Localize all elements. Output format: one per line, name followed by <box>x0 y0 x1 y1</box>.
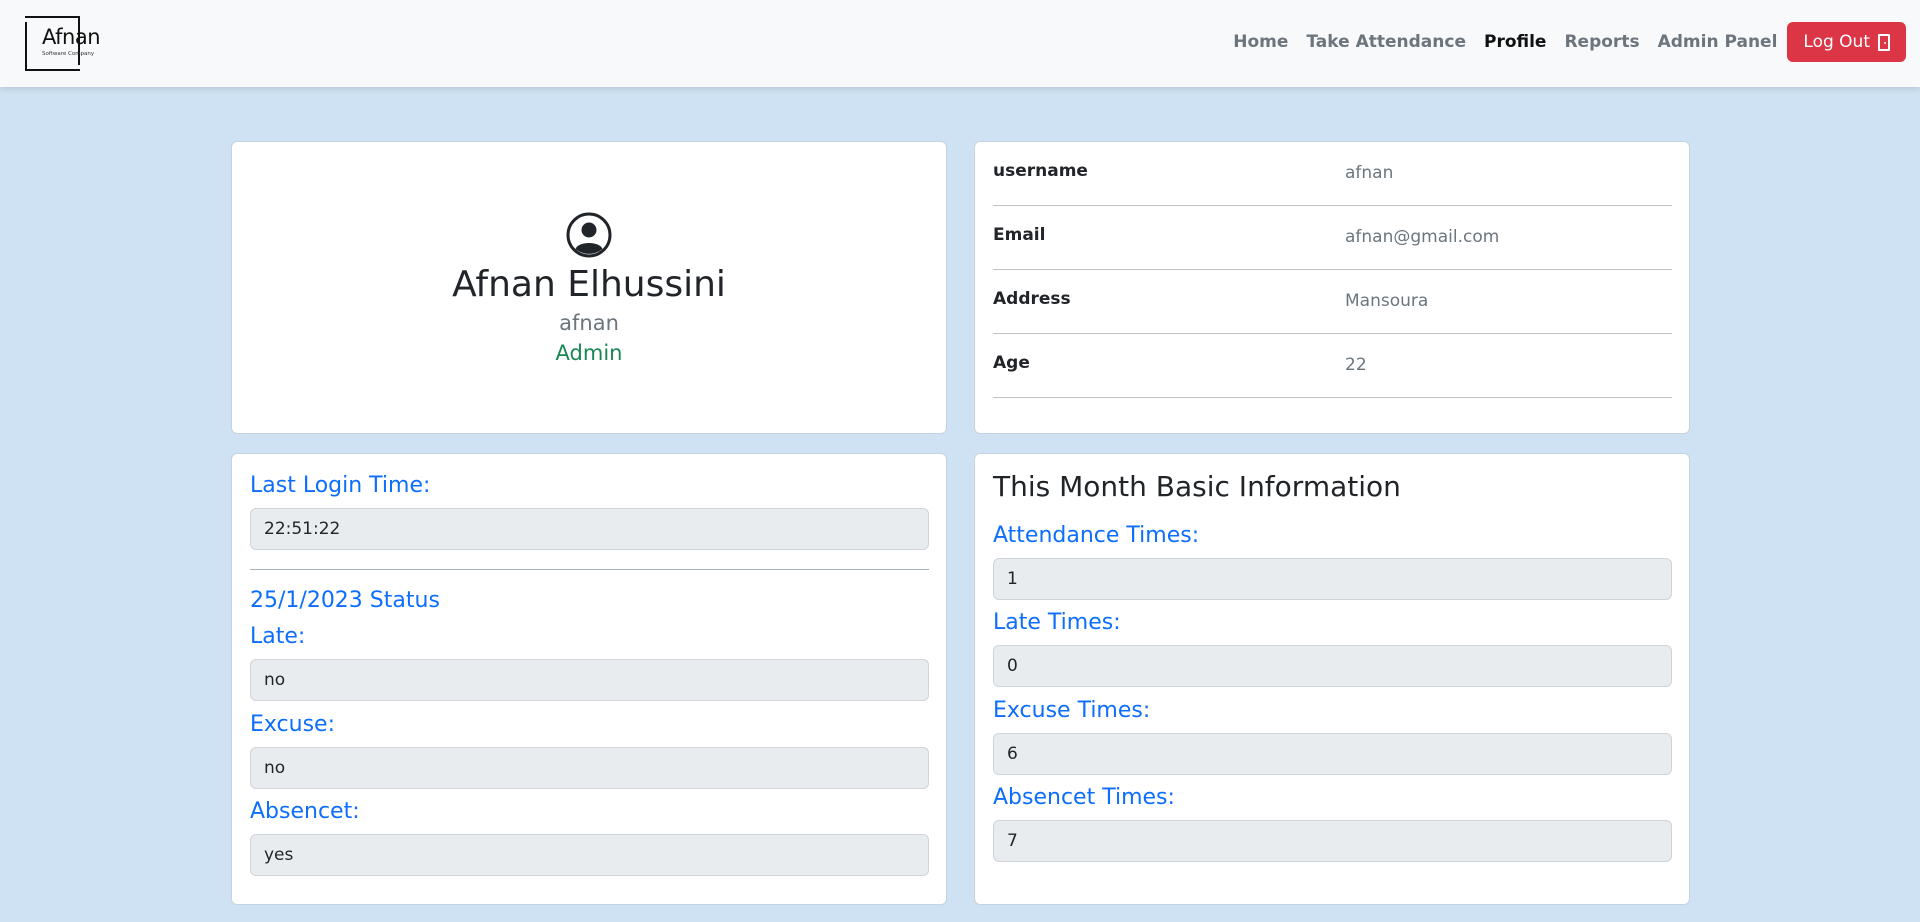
login-status-card: Last Login Time: 22:51:22 25/1/2023 Stat… <box>231 453 947 905</box>
detail-label: Email <box>993 225 1046 245</box>
detail-label: Address <box>993 289 1071 309</box>
nav-profile[interactable]: Profile <box>1484 32 1546 52</box>
late-times-label: Late Times: <box>993 610 1121 635</box>
profile-username: afnan <box>559 311 619 335</box>
late-label: Late: <box>250 624 306 649</box>
absence-times-field: 7 <box>993 820 1672 862</box>
divider <box>250 569 929 570</box>
detail-label: username <box>993 161 1088 181</box>
brand-name: Afnan <box>42 25 101 49</box>
door-icon <box>1878 33 1890 51</box>
last-login-field: 22:51:22 <box>250 508 929 550</box>
profile-full-name: Afnan Elhussini <box>452 264 726 305</box>
absence-label: Absencet: <box>250 799 360 824</box>
detail-row-age: Age 22 <box>993 334 1672 398</box>
navbar: Afnan Software Company Home Take Attenda… <box>0 0 1920 87</box>
detail-value: afnan <box>1345 163 1394 183</box>
absence-field: yes <box>250 834 929 876</box>
last-login-label: Last Login Time: <box>250 473 431 498</box>
month-title: This Month Basic Information <box>993 470 1401 503</box>
logout-label: Log Out <box>1803 32 1870 52</box>
details-card: username afnan Email afnan@gmail.com Add… <box>974 141 1690 434</box>
detail-value: Mansoura <box>1345 291 1429 311</box>
nav-take-attendance[interactable]: Take Attendance <box>1306 32 1466 52</box>
logout-button[interactable]: Log Out <box>1787 22 1906 62</box>
detail-row-address: Address Mansoura <box>993 270 1672 334</box>
excuse-times-label: Excuse Times: <box>993 698 1151 723</box>
profile-card: Afnan Elhussini afnan Admin <box>231 141 947 434</box>
detail-row-username: username afnan <box>993 142 1672 206</box>
excuse-label: Excuse: <box>250 712 335 737</box>
detail-label: Age <box>993 353 1030 373</box>
excuse-field: no <box>250 747 929 789</box>
late-field: no <box>250 659 929 701</box>
attendance-label: Attendance Times: <box>993 523 1200 548</box>
detail-value: 22 <box>1345 355 1367 375</box>
nav-admin-panel[interactable]: Admin Panel <box>1658 32 1778 52</box>
detail-row-email: Email afnan@gmail.com <box>993 206 1672 270</box>
nav-home[interactable]: Home <box>1233 32 1288 52</box>
brand-logo[interactable]: Afnan Software Company <box>25 16 101 71</box>
brand-tagline: Software Company <box>42 51 95 57</box>
absence-times-label: Absencet Times: <box>993 785 1175 810</box>
nav-reports[interactable]: Reports <box>1564 32 1639 52</box>
user-circle-icon <box>566 212 612 258</box>
excuse-times-field: 6 <box>993 733 1672 775</box>
detail-value: afnan@gmail.com <box>1345 227 1500 247</box>
profile-role: Admin <box>555 341 623 365</box>
month-info-card: This Month Basic Information Attendance … <box>974 453 1690 905</box>
nav-links: Home Take Attendance Profile Reports Adm… <box>1215 22 1906 62</box>
attendance-field: 1 <box>993 558 1672 600</box>
status-title: 25/1/2023 Status <box>250 588 440 613</box>
late-times-field: 0 <box>993 645 1672 687</box>
